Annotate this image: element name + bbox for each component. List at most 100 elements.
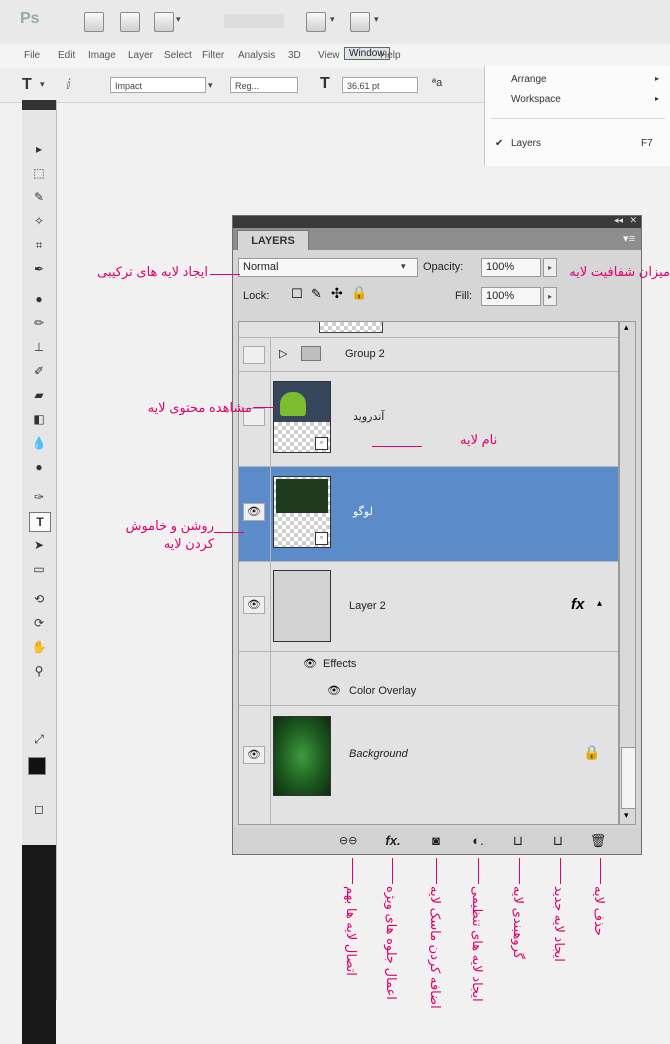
3d-rotate-tool-icon[interactable]: ⟲	[29, 590, 49, 608]
chevron-down-icon[interactable]: ▾	[40, 79, 45, 90]
layer-thumbnail[interactable]	[273, 716, 331, 796]
anti-alias-icon[interactable]: ªa	[432, 77, 442, 89]
effect-name[interactable]: Color Overlay	[349, 685, 416, 697]
lasso-tool-icon[interactable]: ✎	[29, 188, 49, 206]
collapse-panel-icon[interactable]: ◂◂	[614, 215, 623, 226]
crop-tool-icon[interactable]: ⌗	[29, 236, 49, 254]
scroll-up-icon[interactable]: ▴	[624, 322, 629, 333]
layer-name[interactable]: آندروید	[353, 410, 384, 423]
visibility-toggle[interactable]: 👁	[243, 746, 265, 764]
menu-layer[interactable]: Layer	[128, 50, 153, 61]
view-extras-button[interactable]	[154, 12, 174, 32]
move-tool-icon[interactable]: ▸	[29, 140, 49, 158]
arrange-documents-button[interactable]	[306, 12, 326, 32]
menu-item-arrange[interactable]: Arrange	[511, 74, 547, 85]
blur-tool-icon[interactable]: 💧	[29, 434, 49, 452]
fx-button-icon[interactable]: fx.	[381, 832, 405, 850]
layer-name[interactable]: Background	[349, 748, 408, 760]
menu-item-workspace[interactable]: Workspace	[511, 94, 561, 105]
lock-position-icon[interactable]: ✣	[331, 285, 343, 302]
effects-row[interactable]: 👁 Effects	[239, 652, 618, 678]
bridge-button[interactable]	[84, 12, 104, 32]
chevron-down-icon[interactable]: ▾	[176, 14, 181, 25]
visibility-toggle[interactable]: 👁	[243, 503, 265, 521]
foreground-color-swatch[interactable]	[28, 757, 46, 775]
shape-tool-icon[interactable]: ▭	[29, 560, 49, 578]
tab-layers[interactable]: LAYERS	[237, 230, 309, 250]
panel-menu-icon[interactable]: ▾≡	[623, 232, 635, 245]
menu-select[interactable]: Select	[164, 50, 192, 61]
gradient-tool-icon[interactable]: ◧	[29, 410, 49, 428]
expand-triangle-icon[interactable]: ▷	[279, 347, 287, 360]
menu-analysis[interactable]: Analysis	[238, 50, 275, 61]
menu-help[interactable]: Help	[380, 50, 401, 61]
menu-edit[interactable]: Edit	[58, 50, 75, 61]
menu-filter[interactable]: Filter	[202, 50, 224, 61]
type-tool-icon[interactable]: T	[22, 76, 32, 94]
visibility-toggle[interactable]: 👁	[243, 596, 265, 614]
layer-name[interactable]: Layer 2	[349, 600, 386, 612]
lock-transparent-icon[interactable]: ☐	[291, 286, 303, 302]
orientation-toggle-icon[interactable]: ⅈ	[66, 76, 71, 93]
opacity-input[interactable]: 100%	[481, 258, 541, 277]
brush-tool-icon[interactable]: ✏	[29, 314, 49, 332]
layer-thumbnail[interactable]	[273, 570, 331, 642]
layer-row-partial[interactable]	[239, 322, 618, 338]
fx-icon[interactable]: fx	[571, 596, 584, 613]
chevron-down-icon[interactable]: ▾	[330, 14, 335, 25]
font-size-select[interactable]: 36.61 pt	[342, 77, 418, 93]
new-layer-icon[interactable]: ⊔	[549, 832, 567, 850]
zoom-level-dropdown[interactable]	[224, 14, 284, 28]
layer-row-group[interactable]: ▷ Group 2	[239, 338, 618, 372]
chevron-down-icon[interactable]: ▾	[208, 80, 213, 91]
fill-slider-button[interactable]: ▸	[543, 287, 557, 306]
layer-row-android[interactable]: ▫ آندروید	[239, 372, 618, 467]
new-group-icon[interactable]: ⊔	[509, 832, 527, 850]
opacity-slider-button[interactable]: ▸	[543, 258, 557, 277]
layers-scrollbar[interactable]: ▴ ▾	[619, 321, 636, 825]
layer-row-layer2[interactable]: 👁 Layer 2 fx ▴	[239, 562, 618, 652]
menu-view[interactable]: View	[318, 50, 340, 61]
menu-3d[interactable]: 3D	[288, 50, 301, 61]
swap-colors-icon[interactable]: ⤢	[29, 730, 49, 748]
layer-row-background[interactable]: 👁 Background 🔒	[239, 706, 618, 824]
stamp-tool-icon[interactable]: ⊥	[29, 338, 49, 356]
scroll-thumb[interactable]	[621, 747, 636, 809]
color-overlay-row[interactable]: 👁 Color Overlay	[239, 678, 618, 706]
dodge-tool-icon[interactable]: ●	[29, 458, 49, 476]
visibility-toggle[interactable]	[243, 346, 265, 364]
add-mask-icon[interactable]: ◙	[427, 832, 445, 850]
font-family-select[interactable]: Impact	[110, 77, 206, 93]
collapse-triangle-icon[interactable]: ▴	[597, 598, 602, 609]
lock-all-icon[interactable]: 🔒	[351, 285, 367, 301]
history-brush-tool-icon[interactable]: ✐	[29, 362, 49, 380]
eraser-tool-icon[interactable]: ▰	[29, 386, 49, 404]
blend-mode-select[interactable]: Normal	[238, 258, 418, 277]
menu-file[interactable]: File	[24, 50, 40, 61]
type-tool-icon[interactable]: T	[29, 512, 51, 532]
3d-orbit-tool-icon[interactable]: ⟳	[29, 614, 49, 632]
close-icon[interactable]: ✕	[629, 215, 637, 226]
lock-image-icon[interactable]: ✎	[311, 286, 322, 302]
layer-name[interactable]: لوگو	[353, 505, 373, 518]
font-style-select[interactable]: Reg...	[230, 77, 298, 93]
fill-input[interactable]: 100%	[481, 287, 541, 306]
eyedropper-tool-icon[interactable]: ✒	[29, 260, 49, 278]
layer-thumbnail[interactable]: ▫	[273, 476, 331, 548]
chevron-down-icon[interactable]: ▾	[401, 261, 406, 272]
marquee-tool-icon[interactable]: ⬚	[29, 164, 49, 182]
effect-visibility-icon[interactable]: 👁	[327, 684, 341, 697]
hand-tool-icon[interactable]: ✋	[29, 638, 49, 656]
layer-name[interactable]: Group 2	[345, 348, 385, 360]
layer-thumbnail[interactable]: ▫	[273, 381, 331, 453]
menu-image[interactable]: Image	[88, 50, 116, 61]
pen-tool-icon[interactable]: ✑	[29, 488, 49, 506]
adjustment-layer-icon[interactable]: ◐.	[467, 832, 489, 850]
trash-icon[interactable]: 🗑	[589, 832, 607, 850]
quick-mask-icon[interactable]: ◻	[29, 800, 49, 818]
menu-item-layers[interactable]: Layers	[511, 138, 541, 149]
path-select-tool-icon[interactable]: ➤	[29, 536, 49, 554]
layer-row-logo[interactable]: 👁 ▫ لوگو	[239, 467, 618, 562]
zoom-tool-icon[interactable]: ⚲	[29, 662, 49, 680]
quick-select-tool-icon[interactable]: ✧	[29, 212, 49, 230]
